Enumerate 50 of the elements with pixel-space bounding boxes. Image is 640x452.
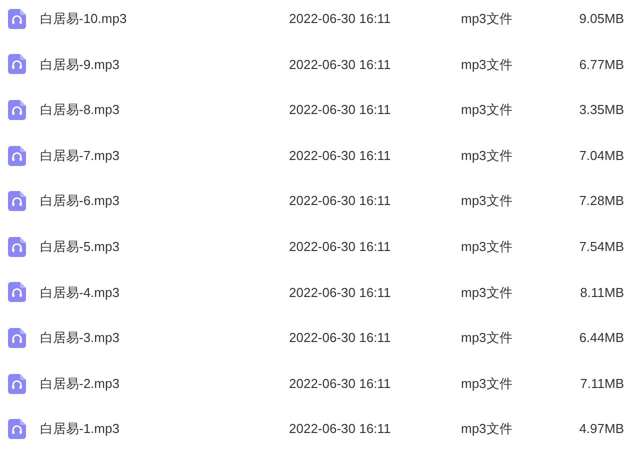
modified-date: 2022-06-30 16:11 <box>289 329 392 348</box>
file-type: mp3文件 <box>461 10 514 28</box>
file-name[interactable]: 白居易-6.mp3 <box>40 191 260 211</box>
file-size: 6.77MB <box>578 56 624 74</box>
file-name[interactable]: 白居易-9.mp3 <box>40 54 260 74</box>
audio-file-icon <box>8 146 26 166</box>
file-type: mp3文件 <box>461 284 514 302</box>
file-name[interactable]: 白居易-10.mp3 <box>40 9 260 29</box>
file-type: mp3文件 <box>461 192 514 210</box>
file-type: mp3文件 <box>461 101 514 120</box>
audio-file-icon <box>8 100 26 120</box>
file-type: mp3文件 <box>461 146 514 165</box>
modified-date: 2022-06-30 16:11 <box>289 56 392 74</box>
file-size: 7.04MB <box>578 146 624 165</box>
audio-file-icon <box>8 54 26 74</box>
audio-file-icon <box>8 8 26 29</box>
file-type: mp3文件 <box>461 420 514 438</box>
file-size: 8.11MB <box>579 284 624 302</box>
modified-date: 2022-06-30 16:11 <box>289 10 392 28</box>
audio-file-icon <box>8 419 26 440</box>
audio-file-icon <box>8 374 26 394</box>
audio-file-icon <box>8 236 26 257</box>
file-type: mp3文件 <box>461 56 514 74</box>
file-type: mp3文件 <box>461 374 514 393</box>
file-name[interactable]: 白居易-7.mp3 <box>40 146 260 166</box>
modified-date: 2022-06-30 16:11 <box>289 420 392 438</box>
file-name[interactable]: 白居易-1.mp3 <box>40 419 260 439</box>
modified-date: 2022-06-30 16:11 <box>289 101 392 120</box>
modified-date: 2022-06-30 16:11 <box>289 284 392 302</box>
file-type: mp3文件 <box>461 238 514 256</box>
audio-file-icon <box>8 191 26 212</box>
file-name[interactable]: 白居易-8.mp3 <box>40 100 260 120</box>
file-name[interactable]: 白居易-4.mp3 <box>40 282 260 302</box>
file-size: 3.35MB <box>578 101 624 120</box>
modified-date: 2022-06-30 16:11 <box>289 146 392 165</box>
file-size: 7.11MB <box>579 374 624 393</box>
file-name[interactable]: 白居易-3.mp3 <box>40 328 260 348</box>
file-size: 4.97MB <box>578 420 624 438</box>
file-name[interactable]: 白居易-5.mp3 <box>40 237 260 257</box>
audio-file-icon <box>8 282 26 302</box>
modified-date: 2022-06-30 16:11 <box>289 192 392 210</box>
file-size: 7.54MB <box>578 238 624 256</box>
file-size: 6.44MB <box>578 329 624 348</box>
file-type: mp3文件 <box>461 329 514 348</box>
audio-file-icon <box>8 328 26 348</box>
file-name[interactable]: 白居易-2.mp3 <box>40 374 260 394</box>
file-size: 7.28MB <box>578 192 624 210</box>
modified-date: 2022-06-30 16:11 <box>289 238 392 256</box>
file-size: 9.05MB <box>578 10 624 28</box>
modified-date: 2022-06-30 16:11 <box>289 374 392 393</box>
